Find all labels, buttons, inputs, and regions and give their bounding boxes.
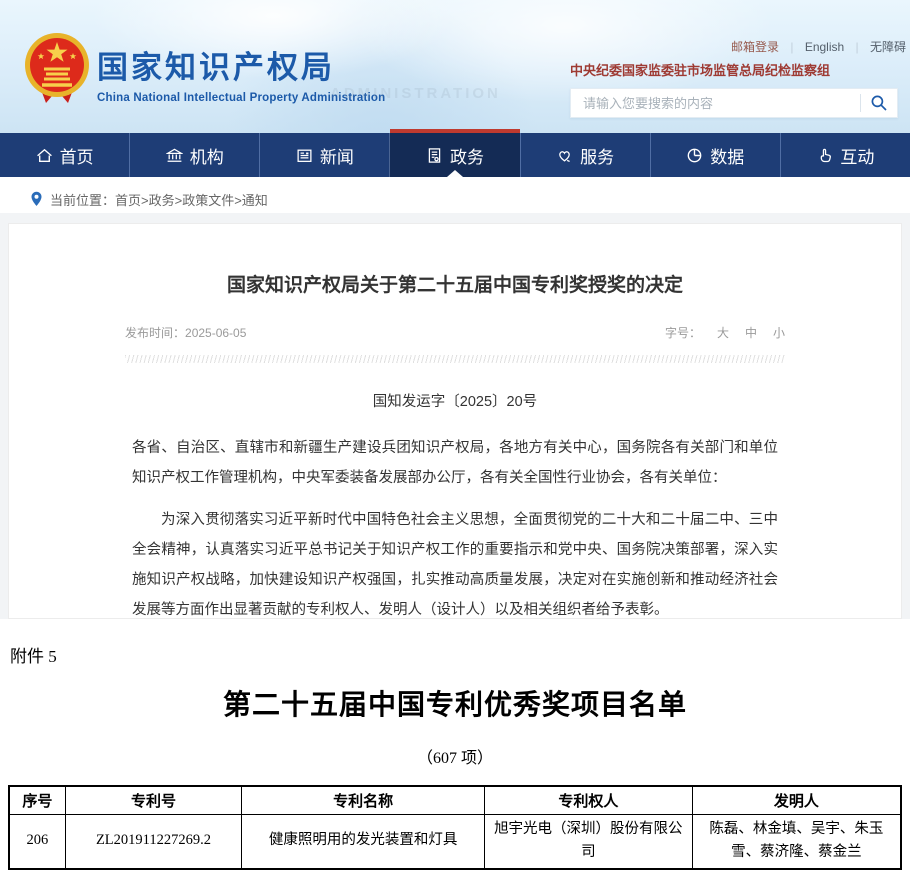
nav-label: 新闻 <box>320 143 354 168</box>
publish-label: 发布时间： <box>125 326 185 340</box>
nav-item-data[interactable]: 数据 <box>650 133 780 177</box>
fontsize-controls: 字号： 大 中 小 <box>665 324 785 341</box>
search-icon <box>870 94 888 112</box>
page: 国家知识产权局 China National Intellectual Prop… <box>0 0 910 876</box>
hatched-divider <box>125 355 785 363</box>
service-heart-icon <box>556 147 573 164</box>
header-patentee: 专利权人 <box>484 786 692 814</box>
link-separator: | <box>790 40 793 54</box>
home-icon <box>36 147 53 164</box>
cell-patent-number: ZL201911227269.2 <box>65 814 242 869</box>
bank-icon <box>166 147 183 164</box>
cell-inventors: 陈磊、林金填、吴宇、朱玉雪、蔡济隆、蔡金兰 <box>692 814 901 869</box>
cell-patent-name: 健康照明用的发光装置和灯具 <box>242 814 485 869</box>
nav-item-interact[interactable]: 互动 <box>780 133 910 177</box>
nav-label: 机构 <box>190 143 224 168</box>
fontsize-large-button[interactable]: 大 <box>717 326 729 340</box>
site-header: 国家知识产权局 China National Intellectual Prop… <box>0 0 910 133</box>
header-right: 邮箱登录 | English | 无障碍 中央纪委国家监委驻市场监管总局纪检监察… <box>570 38 906 118</box>
attachment-section: 附件 5 第二十五届中国专利优秀奖项目名单 （607 项） 序号 专利号 专利名… <box>0 619 910 876</box>
document-number: 国知发运字〔2025〕20号 <box>9 390 901 411</box>
table-header-row: 序号 专利号 专利名称 专利权人 发明人 <box>9 786 901 814</box>
search-input[interactable] <box>571 96 860 111</box>
top-links: 邮箱登录 | English | 无障碍 <box>570 38 906 55</box>
news-icon <box>296 147 313 164</box>
article-card: 国家知识产权局关于第二十五届中国专利奖授奖的决定 发布时间：2025-06-05… <box>8 223 902 619</box>
article-paragraph: 为深入贯彻落实习近平新时代中国特色社会主义思想，全面贯彻党的二十大和二十届二中、… <box>132 505 778 619</box>
active-tab-caret <box>447 170 463 177</box>
main-nav: 首页 机构 新闻 政务 服务 数据 <box>0 133 910 177</box>
nav-item-news[interactable]: 新闻 <box>259 133 389 177</box>
nav-item-org[interactable]: 机构 <box>129 133 259 177</box>
accessibility-link[interactable]: 无障碍 <box>870 40 906 54</box>
cell-serial: 206 <box>9 814 65 869</box>
inspection-group-link[interactable]: 中央纪委国家监委驻市场监管总局纪检监察组 <box>570 60 906 79</box>
article-paragraph: 各省、自治区、直辖市和新疆生产建设兵团知识产权局，各地方有关中心，国务院各有关部… <box>132 433 778 493</box>
document-icon <box>426 147 443 164</box>
article-title: 国家知识产权局关于第二十五届中国专利奖授奖的决定 <box>9 270 901 297</box>
link-separator: | <box>856 40 859 54</box>
nav-label: 互动 <box>840 143 874 168</box>
fontsize-label: 字号： <box>665 326 701 340</box>
nav-item-government[interactable]: 政务 <box>389 133 519 177</box>
header-serial: 序号 <box>9 786 65 814</box>
nav-label: 数据 <box>710 143 744 168</box>
table-row: 206 ZL201911227269.2 健康照明用的发光装置和灯具 旭宇光电（… <box>9 814 901 869</box>
national-emblem-icon <box>24 31 90 107</box>
header-patent-number: 专利号 <box>65 786 242 814</box>
nav-item-home[interactable]: 首页 <box>0 133 129 177</box>
mail-login-link[interactable]: 邮箱登录 <box>731 40 779 54</box>
cell-patentee: 旭宇光电（深圳）股份有限公司 <box>484 814 692 869</box>
search-button[interactable] <box>861 89 897 117</box>
breadcrumb-path[interactable]: 首页>政务>政策文件>通知 <box>115 190 268 209</box>
article-body: 各省、自治区、直辖市和新疆生产建设兵团知识产权局，各地方有关中心，国务院各有关部… <box>132 433 778 619</box>
attachment-count: （607 项） <box>0 744 910 768</box>
data-pie-icon <box>686 147 703 164</box>
award-table: 序号 专利号 专利名称 专利权人 发明人 206 ZL201911227269.… <box>8 785 902 870</box>
english-link[interactable]: English <box>805 40 844 54</box>
nav-label: 服务 <box>580 143 614 168</box>
publish-time: 发布时间：2025-06-05 <box>125 324 246 341</box>
nav-label: 政务 <box>450 143 484 168</box>
breadcrumb-label: 当前位置： <box>50 190 115 209</box>
search-box <box>570 88 898 118</box>
site-title: 国家知识产权局 <box>97 42 385 87</box>
location-pin-icon <box>30 191 43 207</box>
content-area: 当前位置： 首页>政务>政策文件>通知 国家知识产权局关于第二十五届中国专利奖授… <box>0 185 910 619</box>
attachment-label: 附件 5 <box>10 642 910 667</box>
breadcrumb: 当前位置： 首页>政务>政策文件>通知 <box>0 185 910 213</box>
header-patent-name: 专利名称 <box>242 786 485 814</box>
active-tab-accent-bar <box>390 129 519 133</box>
interact-hand-icon <box>816 147 833 164</box>
header-inventors: 发明人 <box>692 786 901 814</box>
publish-date: 2025-06-05 <box>185 326 246 340</box>
nav-item-service[interactable]: 服务 <box>520 133 650 177</box>
fontsize-small-button[interactable]: 小 <box>773 326 785 340</box>
attachment-title: 第二十五届中国专利优秀奖项目名单 <box>0 683 910 723</box>
fontsize-medium-button[interactable]: 中 <box>745 326 757 340</box>
header-watermark: ADMINISTRATION <box>330 85 501 102</box>
nav-label: 首页 <box>60 143 94 168</box>
article-meta: 发布时间：2025-06-05 字号： 大 中 小 <box>125 324 785 341</box>
